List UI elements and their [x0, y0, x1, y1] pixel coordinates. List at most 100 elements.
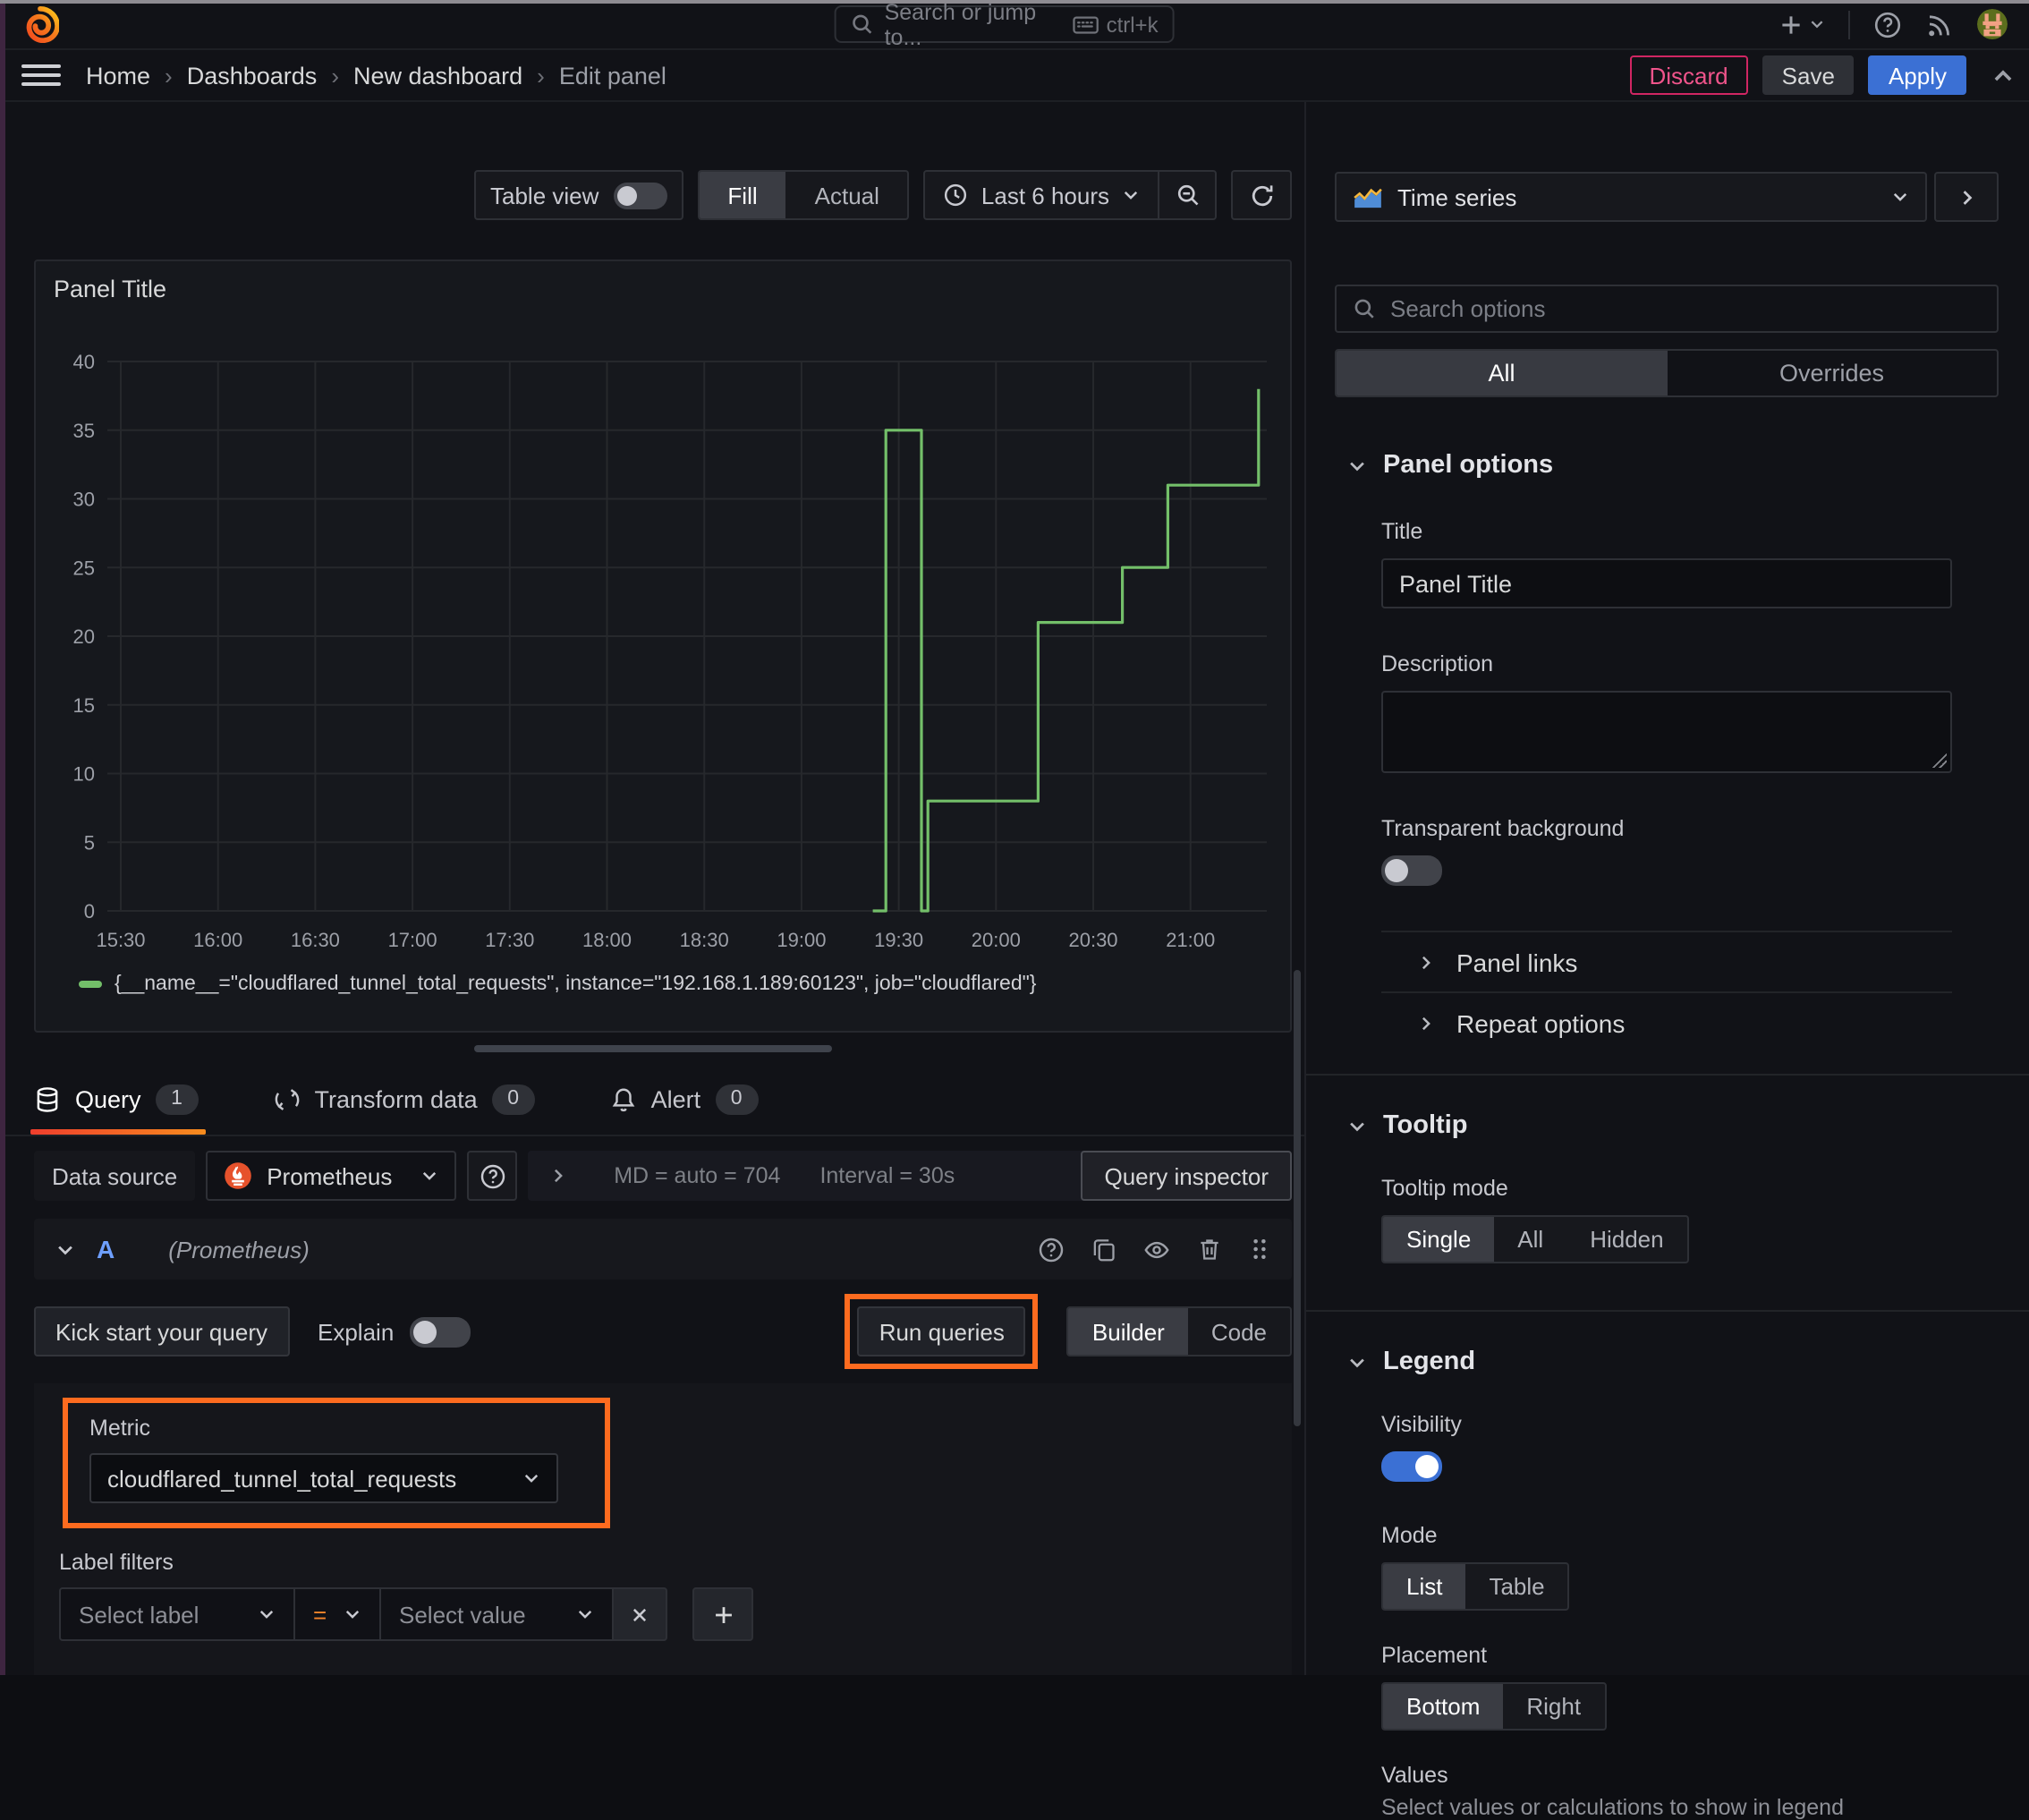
help-button[interactable]: [1873, 10, 1902, 38]
explain-label: Explain: [318, 1318, 395, 1345]
transparent-background-toggle[interactable]: [1381, 855, 1442, 886]
tooltip-all-option[interactable]: All: [1494, 1217, 1566, 1262]
panel-links-row[interactable]: Panel links: [1381, 932, 1952, 991]
title-field-label: Title: [1381, 519, 1423, 544]
query-row-header[interactable]: A (Prometheus): [34, 1219, 1292, 1280]
tab-overrides[interactable]: Overrides: [1667, 351, 1997, 395]
panel-title-input[interactable]: Panel Title: [1381, 558, 1952, 608]
chevron-down-icon: [423, 1171, 437, 1180]
eye-icon: [1144, 1240, 1169, 1258]
zoom-out-time-button[interactable]: [1158, 172, 1215, 218]
breadcrumb-new-dashboard[interactable]: New dashboard: [353, 62, 522, 89]
kick-start-query-button[interactable]: Kick start your query: [34, 1306, 289, 1356]
svg-text:5: 5: [84, 831, 95, 854]
legend-values-hint: Select values or calculations to show in…: [1381, 1795, 1844, 1820]
close-icon: [632, 1607, 647, 1621]
tab-all[interactable]: All: [1337, 351, 1667, 395]
screen-edge-left: [0, 0, 5, 1675]
legend-placement-switch: Bottom Right: [1381, 1682, 1607, 1731]
panel-view-toolbar: Table view Fill Actual Last 6 hours: [34, 170, 1292, 220]
main-scrollbar[interactable]: [1294, 970, 1301, 1426]
help-icon: [480, 1163, 505, 1188]
breadcrumb-dashboards[interactable]: Dashboards: [187, 62, 318, 89]
options-search-input[interactable]: Search options: [1335, 285, 1999, 333]
time-range-picker[interactable]: Last 6 hours: [926, 172, 1158, 218]
toggle-query-visibility-button[interactable]: [1143, 1236, 1170, 1263]
visualization-picker[interactable]: Time series: [1335, 172, 1927, 222]
news-button[interactable]: [1925, 10, 1954, 38]
resize-corner[interactable]: [1931, 752, 1947, 768]
chart-legend[interactable]: {__name__="cloudflared_tunnel_total_requ…: [79, 974, 1036, 995]
table-view-toggle[interactable]: [613, 182, 667, 208]
legend-visibility-label: Visibility: [1381, 1412, 1462, 1437]
metric-select[interactable]: cloudflared_tunnel_total_requests: [89, 1453, 558, 1503]
delete-query-button[interactable]: [1197, 1237, 1222, 1262]
add-filter-button[interactable]: [692, 1587, 753, 1641]
new-menu-button[interactable]: [1779, 12, 1825, 37]
save-button[interactable]: Save: [1762, 55, 1855, 95]
discard-button[interactable]: Discard: [1629, 55, 1748, 95]
tab-query[interactable]: Query 1: [30, 1063, 206, 1135]
run-queries-button[interactable]: Run queries: [857, 1306, 1026, 1356]
panel-options-section-header[interactable]: Panel options: [1335, 451, 1999, 480]
code-option[interactable]: Code: [1188, 1308, 1290, 1355]
label-filters-label: Label filters: [59, 1550, 174, 1575]
duplicate-query-button[interactable]: [1091, 1237, 1116, 1262]
description-textarea[interactable]: [1381, 691, 1952, 773]
tab-alert-count: 0: [715, 1084, 759, 1114]
refresh-button[interactable]: [1231, 170, 1292, 220]
visualization-row: Time series: [1335, 172, 1999, 222]
select-label-dropdown[interactable]: Select label: [59, 1587, 295, 1641]
topbar-actions: [1779, 9, 2008, 39]
builder-code-switch: Builder Code: [1066, 1306, 1292, 1356]
tab-transform[interactable]: Transform data 0: [274, 1063, 535, 1135]
drag-query-handle[interactable]: [1249, 1237, 1270, 1262]
apply-button[interactable]: Apply: [1868, 55, 1966, 95]
remove-filter-button[interactable]: [614, 1587, 667, 1641]
svg-text:21:00: 21:00: [1166, 929, 1215, 951]
datasource-picker[interactable]: Prometheus: [206, 1151, 457, 1201]
legend-section-header[interactable]: Legend: [1335, 1348, 1999, 1376]
toggle-viz-picker-button[interactable]: [1934, 172, 1999, 222]
grip-icon: [1253, 1238, 1266, 1260]
tooltip-hidden-option[interactable]: Hidden: [1566, 1217, 1686, 1262]
bell-icon: [612, 1087, 634, 1111]
global-search-input[interactable]: Search or jump to... ctrl+k: [834, 0, 1175, 49]
tooltip-section-header[interactable]: Tooltip: [1335, 1111, 1999, 1140]
breadcrumb-separator: ›: [165, 62, 173, 89]
max-data-points: MD = auto = 704: [614, 1163, 781, 1188]
explain-toggle[interactable]: [410, 1316, 471, 1347]
legend-series-label: {__name__="cloudflared_tunnel_total_requ…: [115, 974, 1037, 995]
query-help-button[interactable]: [1038, 1236, 1065, 1263]
menu-toggle-button[interactable]: [21, 55, 61, 95]
repeat-options-row[interactable]: Repeat options: [1381, 993, 1952, 1052]
builder-option[interactable]: Builder: [1068, 1308, 1188, 1355]
fill-option[interactable]: Fill: [699, 172, 786, 218]
tab-query-label: Query: [75, 1085, 141, 1112]
user-avatar[interactable]: [1977, 9, 2008, 39]
select-value-dropdown[interactable]: Select value: [381, 1587, 614, 1641]
actual-option[interactable]: Actual: [786, 172, 908, 218]
tooltip-mode-switch: Single All Hidden: [1381, 1215, 1689, 1263]
tab-alert[interactable]: Alert 0: [610, 1063, 759, 1135]
legend-list-option[interactable]: List: [1383, 1564, 1466, 1609]
grafana-logo[interactable]: [21, 5, 59, 43]
breadcrumb-home[interactable]: Home: [86, 62, 150, 89]
search-placeholder: Search or jump to...: [884, 0, 1037, 49]
query-inspector-button[interactable]: Query inspector: [1081, 1151, 1292, 1201]
operator-dropdown[interactable]: =: [295, 1587, 381, 1641]
panel-resize-handle[interactable]: [473, 1045, 831, 1052]
grafana-edit-panel-screen: Search or jump to... ctrl+k Home › Dashb…: [0, 0, 2029, 1820]
tooltip-single-option[interactable]: Single: [1383, 1217, 1495, 1262]
time-series-chart[interactable]: 0 5 10 15 20 25 30 35 40 15:30 16:00 16:30 17:00 17:3…: [36, 329, 1288, 959]
chevron-down-icon: [345, 1610, 360, 1619]
legend-right-option[interactable]: Right: [1503, 1684, 1604, 1729]
legend-visibility-toggle[interactable]: [1381, 1451, 1442, 1482]
datasource-help-button[interactable]: [467, 1151, 518, 1201]
chevron-right-icon: [1422, 955, 1430, 969]
collapse-header-button[interactable]: [1991, 64, 2015, 87]
query-options-bar[interactable]: MD = auto = 704 Interval = 30s Query ins…: [528, 1151, 1292, 1201]
legend-bottom-option[interactable]: Bottom: [1383, 1684, 1504, 1729]
legend-table-option[interactable]: Table: [1465, 1564, 1567, 1609]
svg-text:16:30: 16:30: [291, 929, 340, 951]
